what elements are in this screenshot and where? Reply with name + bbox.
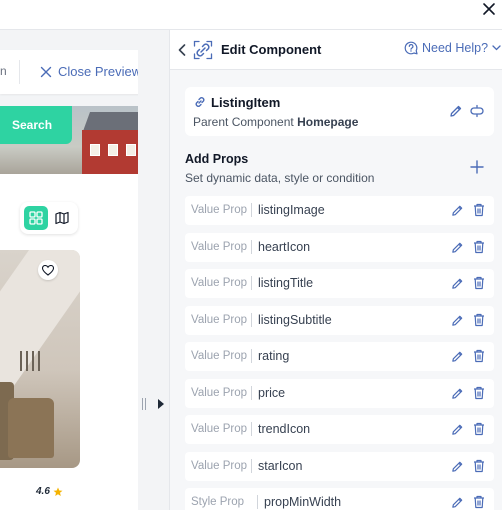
- prop-type: Style Prop: [191, 496, 245, 508]
- drag-handle[interactable]: [142, 398, 148, 410]
- prop-row[interactable]: Value Prop listingTitle: [185, 269, 494, 298]
- rating-text: 4.6: [36, 486, 50, 497]
- pane-splitter[interactable]: [138, 30, 169, 510]
- prop-divider: [251, 458, 252, 473]
- trash-icon[interactable]: [473, 349, 485, 363]
- trash-icon[interactable]: [473, 240, 485, 254]
- prop-name: listingTitle: [258, 276, 314, 290]
- add-props-subtitle: Set dynamic data, style or condition: [185, 171, 375, 185]
- prop-type: Value Prop: [191, 350, 248, 362]
- edit-pencil-icon[interactable]: [451, 350, 464, 363]
- prop-name: listingImage: [258, 203, 325, 217]
- prop-divider: [251, 312, 252, 327]
- map-view-icon[interactable]: [52, 208, 72, 228]
- prop-row[interactable]: Value Prop listingSubtitle: [185, 305, 494, 335]
- edit-pencil-icon[interactable]: [449, 104, 463, 118]
- prop-type: Value Prop: [191, 313, 248, 326]
- trash-icon[interactable]: [473, 203, 485, 217]
- prop-row[interactable]: Value Prop heartIcon: [185, 232, 494, 262]
- need-help-label: Need Help?: [422, 41, 489, 55]
- heart-icon[interactable]: [38, 260, 58, 280]
- view-toggle: [20, 202, 78, 234]
- rating-value: 4.6: [36, 486, 63, 497]
- prop-name: price: [258, 385, 286, 400]
- parent-component-name[interactable]: Homepage: [297, 115, 358, 129]
- back-chevron-icon[interactable]: [178, 43, 188, 57]
- component-card: ListingItem Parent Component Homepage: [185, 87, 494, 136]
- collapse-arrow-icon[interactable]: [158, 399, 164, 409]
- edit-pencil-icon[interactable]: [451, 204, 464, 217]
- panel-title: Edit Component: [221, 42, 322, 57]
- trash-icon[interactable]: [473, 459, 485, 473]
- add-prop-plus-icon[interactable]: [470, 160, 484, 174]
- prop-divider: [251, 203, 252, 217]
- prop-divider: [251, 385, 252, 400]
- prop-row[interactable]: Value Prop listingImage: [185, 196, 494, 225]
- close-preview-label: Close Preview: [58, 64, 142, 79]
- prop-divider: [251, 276, 252, 290]
- prop-row[interactable]: Style Prop propMinWidth: [185, 488, 494, 510]
- detach-component-icon[interactable]: [470, 104, 484, 118]
- prop-type: Value Prop: [191, 204, 248, 216]
- prop-divider: [257, 495, 258, 509]
- link-icon: [193, 95, 207, 109]
- prop-type: Value Prop: [191, 277, 248, 289]
- parent-component: Parent Component Homepage: [193, 115, 358, 129]
- parent-component-prefix: Parent Component: [193, 115, 294, 129]
- close-icon: [40, 66, 52, 77]
- prop-row[interactable]: Value Prop price: [185, 378, 494, 408]
- prop-name: heartIcon: [258, 239, 311, 254]
- chevron-down-icon: [492, 45, 501, 51]
- prop-row[interactable]: Value Prop trendIcon: [185, 415, 494, 444]
- prop-row[interactable]: Value Prop starIcon: [185, 451, 494, 481]
- close-icon[interactable]: [480, 0, 498, 18]
- add-props-title: Add Props: [185, 152, 249, 166]
- star-icon: [53, 487, 63, 496]
- need-help-button[interactable]: Need Help?: [404, 41, 501, 55]
- search-button[interactable]: Search: [0, 106, 72, 144]
- toolbar-divider: [19, 60, 20, 84]
- prop-name: propMinWidth: [264, 495, 342, 509]
- search-icon-cropped: [0, 119, 6, 131]
- trash-icon[interactable]: [473, 495, 485, 509]
- prop-row[interactable]: Value Prop rating: [185, 342, 494, 371]
- prop-name: starIcon: [258, 458, 303, 473]
- edit-pencil-icon[interactable]: [451, 314, 464, 327]
- trash-icon[interactable]: [473, 313, 485, 327]
- app-preview-frame: Search 4.6: [0, 106, 138, 510]
- prop-name: listingSubtitle: [258, 312, 332, 327]
- component-icon: [193, 40, 213, 60]
- edit-pencil-icon[interactable]: [451, 241, 464, 254]
- prop-type: Value Prop: [191, 459, 248, 472]
- edit-pencil-icon[interactable]: [451, 423, 464, 436]
- component-name: ListingItem: [211, 95, 281, 110]
- prop-type: Value Prop: [191, 423, 248, 435]
- search-button-label: Search: [12, 118, 53, 132]
- prop-name: rating: [258, 349, 290, 363]
- listing-image: [0, 250, 80, 468]
- toolbar-truncated-text: n: [0, 64, 6, 78]
- window-topbar: [0, 0, 502, 30]
- trash-icon[interactable]: [473, 276, 485, 290]
- prop-divider: [251, 349, 252, 363]
- preview-toolbar: n Close Preview: [0, 50, 148, 94]
- prop-type: Value Prop: [191, 386, 248, 399]
- edit-component-panel: Edit Component Need Help? ListingItem Pa…: [169, 30, 502, 510]
- prop-name: trendIcon: [258, 422, 311, 436]
- prop-divider: [251, 422, 252, 436]
- prop-divider: [251, 239, 252, 254]
- edit-pencil-icon[interactable]: [451, 460, 464, 473]
- grid-view-icon[interactable]: [24, 206, 48, 230]
- close-preview-button[interactable]: Close Preview: [40, 64, 141, 79]
- help-icon: [404, 41, 418, 55]
- trash-icon[interactable]: [473, 422, 485, 436]
- trash-icon[interactable]: [473, 386, 485, 400]
- edit-pencil-icon[interactable]: [451, 277, 464, 290]
- prop-type: Value Prop: [191, 240, 248, 253]
- props-list: Value Prop listingImage Value Prop heartIco…: [185, 196, 494, 510]
- edit-pencil-icon[interactable]: [451, 387, 464, 400]
- edit-pencil-icon[interactable]: [451, 496, 464, 509]
- panel-header: Edit Component Need Help?: [170, 30, 502, 70]
